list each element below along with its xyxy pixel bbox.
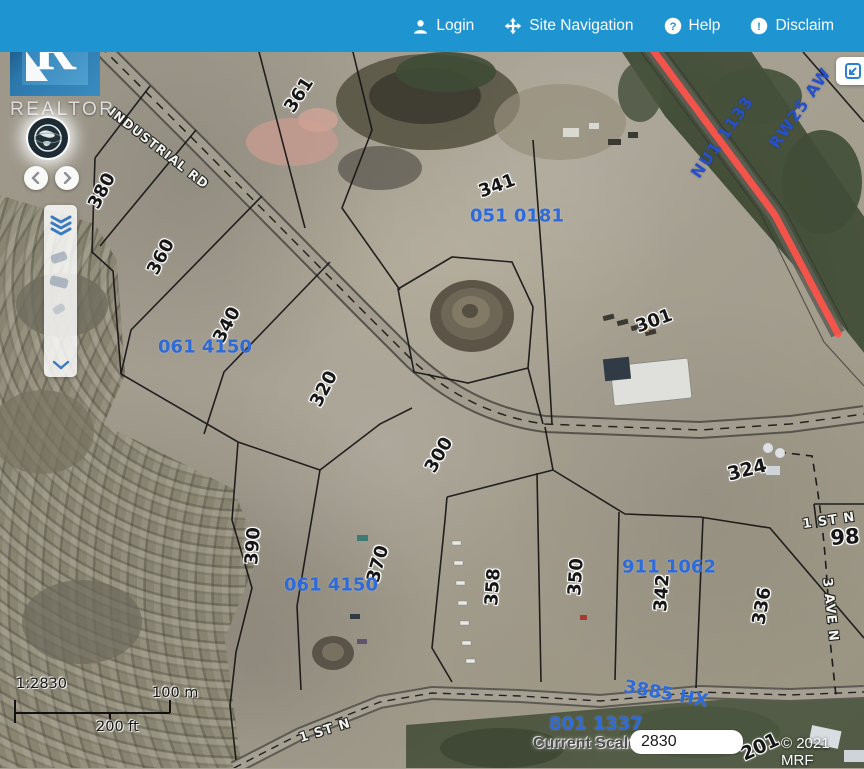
tool-icon[interactable] xyxy=(52,303,66,316)
move-icon xyxy=(504,17,522,35)
site-navigation-link[interactable]: Site Navigation xyxy=(504,17,633,35)
login-label: Login xyxy=(436,17,474,35)
exclamation-icon: ! xyxy=(750,17,768,35)
parcel-map-graphics xyxy=(0,52,864,768)
tool-icon[interactable] xyxy=(49,275,69,289)
fullscreen-button[interactable] xyxy=(836,57,864,85)
copyright-text: © 2021 MRF xyxy=(781,735,864,769)
question-icon: ? xyxy=(664,17,682,35)
buildings-vehicles xyxy=(350,123,864,762)
avenue-dashed-line xyxy=(778,452,836,696)
site-navigation-label: Site Navigation xyxy=(529,17,633,35)
map-tool-panel[interactable] xyxy=(44,205,77,377)
header-bar: Login Site Navigation ? Help ! Disclaim xyxy=(0,0,864,52)
roads xyxy=(100,52,864,768)
svg-text:?: ? xyxy=(669,21,676,33)
login-link[interactable]: Login xyxy=(412,17,474,35)
logo-wordmark: REALTOR xyxy=(10,99,116,121)
chevron-right-icon xyxy=(61,172,73,184)
current-scale-label: Current Scale: xyxy=(533,735,642,753)
prev-extent-button[interactable] xyxy=(24,166,48,190)
logo-triangle xyxy=(26,51,48,81)
svg-text:!: ! xyxy=(758,21,762,33)
user-icon xyxy=(412,18,429,35)
current-scale-input[interactable] xyxy=(630,730,743,754)
excavation-craters xyxy=(312,280,514,670)
resize-icon xyxy=(844,62,862,80)
map-viewer-app: { "header": { "links": [ {"label": "Logi… xyxy=(0,0,864,768)
scale-metric-label: 100 m xyxy=(152,685,198,701)
chevron-left-icon xyxy=(30,172,42,184)
scale-bar xyxy=(15,700,170,723)
tool-icon[interactable] xyxy=(50,251,68,265)
help-label: Help xyxy=(689,17,721,35)
globe-home-button[interactable] xyxy=(28,118,68,158)
map-canvas[interactable]: 3613803603403203413013003243903703583503… xyxy=(0,52,864,768)
disclaim-link[interactable]: ! Disclaim xyxy=(750,17,834,35)
disclaim-label: Disclaim xyxy=(775,17,834,35)
layers-collapse-icon[interactable] xyxy=(48,211,74,237)
globe-icon xyxy=(33,123,63,153)
scale-ratio: 1:2830 xyxy=(16,676,67,692)
chevron-down-icon[interactable] xyxy=(52,359,70,371)
help-link[interactable]: ? Help xyxy=(664,17,721,35)
next-extent-button[interactable] xyxy=(55,166,79,190)
scale-imperial-label: 200 ft xyxy=(96,719,139,735)
